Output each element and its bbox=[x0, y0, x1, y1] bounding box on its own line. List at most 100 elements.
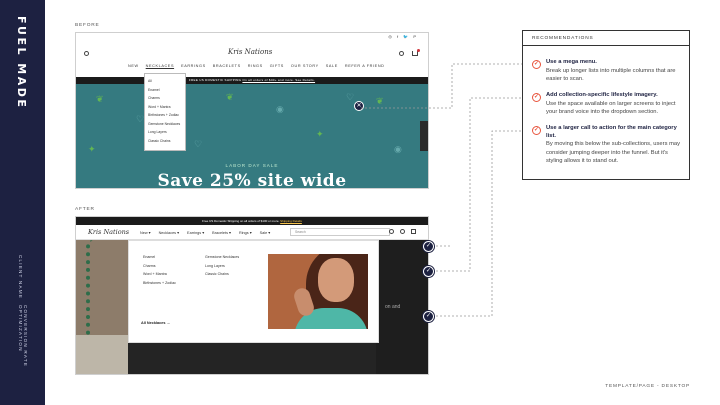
mega-column-2: Gemstone Necklaces Long Layers Classic C… bbox=[205, 253, 239, 279]
heart-icon: ♡ bbox=[346, 92, 355, 102]
account-icon bbox=[400, 229, 405, 234]
hero-banner: ❦ ♡ ❦ ◉ ✦ ♡ ❦ ◉ ✦ ♡ LABOR DAY SALE Save … bbox=[76, 84, 428, 189]
page-footer-label: TEMPLATE/PAGE - DESKTOP bbox=[605, 384, 690, 389]
search-icon bbox=[389, 229, 394, 234]
hero-title: Save 25% site wide bbox=[157, 171, 347, 189]
background-panel bbox=[376, 240, 428, 374]
necklace-strand bbox=[86, 240, 100, 340]
shipping-text: FREE US DOMESTIC SHIPPING bbox=[188, 78, 242, 82]
mega-item[interactable]: Enamel bbox=[143, 253, 176, 262]
dropdown-item[interactable]: All bbox=[148, 77, 182, 86]
shipping-text: Free US Domestic Shipping on all orders … bbox=[202, 219, 280, 223]
after-label: AFTER bbox=[75, 207, 95, 212]
recommendation-body: Break up longer lists into multiple colu… bbox=[546, 67, 676, 83]
shipping-banner: FREE US DOMESTIC SHIPPING On all orders … bbox=[76, 77, 428, 84]
hero-subtitle: LABOR DAY SALE bbox=[225, 163, 279, 168]
nav-item: Earrings ▾ bbox=[187, 231, 205, 235]
mega-menu: Enamel Charms Word + Mantra Birthstones … bbox=[128, 240, 379, 343]
check-badge-3: ✓ bbox=[423, 311, 434, 322]
dropdown-item[interactable]: Gemstone Necklaces bbox=[148, 120, 182, 129]
shipping-link: On all orders of $40+ and more. See Deta… bbox=[242, 78, 316, 82]
connector-3 bbox=[428, 130, 531, 317]
nav-item: SALE bbox=[325, 64, 338, 68]
nav-item: EARRINGS bbox=[181, 64, 206, 68]
dropdown-item[interactable]: Word + Mantra bbox=[148, 103, 182, 112]
leaf-icon: ❦ bbox=[226, 92, 234, 102]
all-necklaces-link[interactable]: All Necklaces → bbox=[141, 321, 170, 325]
nav-item-necklaces: Necklaces ▾ bbox=[158, 231, 180, 235]
recommendations-card: RECOMMENDATIONS ✓ Use a mega menu. Break… bbox=[522, 30, 690, 180]
nav-item: OUR STORY bbox=[290, 64, 319, 68]
background-photo bbox=[76, 240, 128, 374]
brand-title: FUEL MADE bbox=[15, 16, 28, 110]
dropdown-item[interactable]: Charms bbox=[148, 94, 182, 103]
client-name-label: CLIENT NAME bbox=[18, 255, 23, 300]
header-icons bbox=[389, 229, 416, 234]
check-badge-2: ✓ bbox=[423, 266, 434, 277]
project-label: CONVERSION RATE OPTIMIZATION bbox=[18, 305, 28, 368]
dropdown-item[interactable]: Birthstones + Zodiac bbox=[148, 111, 182, 120]
recommendation-item: ✓ Add collection-specific lifestyle imag… bbox=[532, 92, 682, 117]
nav-item: GIFTS bbox=[269, 64, 284, 68]
mega-item[interactable]: Charms bbox=[143, 262, 176, 271]
mega-item[interactable]: Classic Chains bbox=[205, 270, 239, 279]
before-screenshot: ◎ f 🐦 P Kris Nations NEW NECKLACES EARRI… bbox=[75, 32, 429, 189]
mega-item[interactable]: Gemstone Necklaces bbox=[205, 253, 239, 262]
nav-item: REFER A FRIEND bbox=[344, 64, 385, 68]
before-dropdown: All Enamel Charms Word + Mantra Birthsto… bbox=[144, 73, 186, 151]
store-logo: Kris Nations bbox=[88, 228, 130, 236]
check-icon: ✓ bbox=[532, 60, 541, 69]
face-shape bbox=[318, 258, 354, 302]
store-logo: Kris Nations bbox=[228, 48, 273, 56]
dropdown-item[interactable]: Long Layers bbox=[148, 128, 182, 137]
after-screenshot: Free US Domestic Shipping on all orders … bbox=[75, 216, 429, 375]
check-icon: ✓ bbox=[532, 93, 541, 102]
search-icon bbox=[84, 51, 89, 56]
sidebar: FUEL MADE CLIENT NAME CONVERSION RATE OP… bbox=[0, 0, 45, 405]
recommendation-title: Use a larger call to action for the main… bbox=[546, 125, 677, 139]
nav-item: Sale ▾ bbox=[259, 231, 271, 235]
eye-icon: ◉ bbox=[394, 144, 402, 154]
cart-badge bbox=[417, 49, 420, 52]
close-icon[interactable]: ✕ bbox=[354, 101, 364, 111]
leaf-icon: ❦ bbox=[376, 96, 384, 106]
leaf-icon: ❦ bbox=[96, 94, 104, 104]
after-header: Kris Nations New ▾ Necklaces ▾ Earrings … bbox=[76, 225, 428, 240]
nav-item: RINGS bbox=[247, 64, 263, 68]
side-tab bbox=[420, 121, 428, 151]
shipping-banner: Free US Domestic Shipping on all orders … bbox=[76, 217, 428, 225]
star-icon: ✦ bbox=[88, 144, 96, 154]
mega-column-1: Enamel Charms Word + Mantra Birthstones … bbox=[143, 253, 176, 287]
nav-item-necklaces: NECKLACES bbox=[145, 64, 175, 68]
mega-item[interactable]: Long Layers bbox=[205, 262, 239, 271]
star-icon: ✦ bbox=[316, 129, 324, 139]
recommendation-title: Use a mega menu. bbox=[546, 59, 597, 65]
account-icon bbox=[399, 51, 404, 56]
mega-item[interactable]: Birthstones + Zodiac bbox=[143, 279, 176, 288]
nav-item: New ▾ bbox=[140, 231, 151, 235]
nav-item: BRACELETS bbox=[212, 64, 241, 68]
search-input: Search bbox=[290, 228, 390, 236]
before-nav: NEW NECKLACES EARRINGS BRACELETS RINGS G… bbox=[128, 64, 385, 68]
dropdown-item[interactable]: Enamel bbox=[148, 86, 182, 95]
before-label: BEFORE bbox=[75, 23, 100, 28]
dropdown-item[interactable]: Classic Chains bbox=[148, 137, 182, 146]
social-icons: ◎ f 🐦 P bbox=[388, 34, 418, 39]
mega-item[interactable]: Word + Mantra bbox=[143, 270, 176, 279]
shipping-link: Shipping Details bbox=[280, 219, 302, 223]
check-badge-1: ✓ bbox=[423, 241, 434, 252]
recommendation-item: ✓ Use a larger call to action for the ma… bbox=[532, 125, 682, 166]
recommendations-header: RECOMMENDATIONS bbox=[523, 31, 689, 46]
after-nav: New ▾ Necklaces ▾ Earrings ▾ Bracelets ▾… bbox=[140, 230, 270, 235]
nav-item: Bracelets ▾ bbox=[212, 231, 231, 235]
check-icon: ✓ bbox=[532, 126, 541, 135]
recommendation-body: Use the space available on larger screen… bbox=[546, 100, 676, 116]
heart-icon: ♡ bbox=[194, 139, 203, 149]
heart-icon: ♡ bbox=[136, 114, 145, 124]
recommendation-item: ✓ Use a mega menu. Break up longer lists… bbox=[532, 59, 682, 84]
background-text: on and bbox=[385, 304, 401, 310]
cart-icon bbox=[411, 229, 416, 234]
fabric bbox=[76, 335, 128, 374]
eye-icon: ◉ bbox=[276, 104, 284, 114]
nav-item: NEW bbox=[128, 64, 139, 68]
